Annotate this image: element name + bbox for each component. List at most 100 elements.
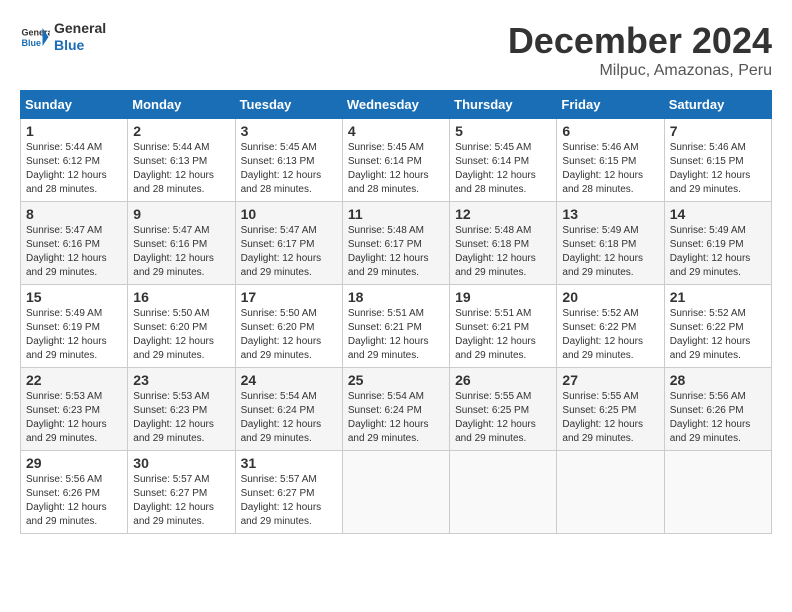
- calendar-cell: 30 Sunrise: 5:57 AM Sunset: 6:27 PM Dayli…: [128, 451, 235, 534]
- day-number: 18: [348, 289, 444, 305]
- day-info: Sunrise: 5:47 AM Sunset: 6:17 PM Dayligh…: [241, 224, 337, 280]
- day-info: Sunrise: 5:45 AM Sunset: 6:13 PM Dayligh…: [241, 141, 337, 197]
- day-number: 20: [562, 289, 658, 305]
- day-info: Sunrise: 5:46 AM Sunset: 6:15 PM Dayligh…: [562, 141, 658, 197]
- day-info: Sunrise: 5:50 AM Sunset: 6:20 PM Dayligh…: [133, 307, 229, 363]
- svg-text:Blue: Blue: [22, 38, 42, 48]
- day-info: Sunrise: 5:44 AM Sunset: 6:12 PM Dayligh…: [26, 141, 122, 197]
- calendar-week-row: 1 Sunrise: 5:44 AM Sunset: 6:12 PM Daylig…: [21, 119, 772, 202]
- calendar-cell: [557, 451, 664, 534]
- day-number: 9: [133, 206, 229, 222]
- day-info: Sunrise: 5:47 AM Sunset: 6:16 PM Dayligh…: [26, 224, 122, 280]
- day-number: 2: [133, 123, 229, 139]
- calendar-cell: 26 Sunrise: 5:55 AM Sunset: 6:25 PM Dayli…: [450, 368, 557, 451]
- day-info: Sunrise: 5:55 AM Sunset: 6:25 PM Dayligh…: [455, 390, 551, 446]
- day-number: 1: [26, 123, 122, 139]
- calendar-cell: 5Sunrise: 5:45 AM Sunset: 6:14 PM Daylig…: [450, 119, 557, 202]
- day-number: 10: [241, 206, 337, 222]
- calendar-cell: 20 Sunrise: 5:52 AM Sunset: 6:22 PM Dayli…: [557, 285, 664, 368]
- day-info: Sunrise: 5:46 AM Sunset: 6:15 PM Dayligh…: [670, 141, 766, 197]
- weekday-header-tuesday: Tuesday: [235, 91, 342, 119]
- day-number: 31: [241, 455, 337, 471]
- logo-blue: Blue: [54, 37, 106, 54]
- calendar-week-row: 15 Sunrise: 5:49 AM Sunset: 6:19 PM Dayli…: [21, 285, 772, 368]
- title-area: December 2024 Milpuc, Amazonas, Peru: [508, 20, 772, 80]
- day-number: 26: [455, 372, 551, 388]
- day-number: 30: [133, 455, 229, 471]
- calendar-cell: 27 Sunrise: 5:55 AM Sunset: 6:25 PM Dayli…: [557, 368, 664, 451]
- day-number: 17: [241, 289, 337, 305]
- day-info: Sunrise: 5:54 AM Sunset: 6:24 PM Dayligh…: [348, 390, 444, 446]
- weekday-header-saturday: Saturday: [664, 91, 771, 119]
- day-info: Sunrise: 5:49 AM Sunset: 6:19 PM Dayligh…: [26, 307, 122, 363]
- calendar-cell: 18 Sunrise: 5:51 AM Sunset: 6:21 PM Dayli…: [342, 285, 449, 368]
- calendar-header-row: SundayMondayTuesdayWednesdayThursdayFrid…: [21, 91, 772, 119]
- day-info: Sunrise: 5:47 AM Sunset: 6:16 PM Dayligh…: [133, 224, 229, 280]
- calendar-cell: 10 Sunrise: 5:47 AM Sunset: 6:17 PM Dayli…: [235, 202, 342, 285]
- day-info: Sunrise: 5:48 AM Sunset: 6:17 PM Dayligh…: [348, 224, 444, 280]
- calendar-week-row: 22 Sunrise: 5:53 AM Sunset: 6:23 PM Dayli…: [21, 368, 772, 451]
- calendar-cell: 11 Sunrise: 5:48 AM Sunset: 6:17 PM Dayli…: [342, 202, 449, 285]
- calendar-cell: 13Sunrise: 5:49 AM Sunset: 6:18 PM Dayli…: [557, 202, 664, 285]
- calendar-cell: 4Sunrise: 5:45 AM Sunset: 6:14 PM Daylig…: [342, 119, 449, 202]
- weekday-header-friday: Friday: [557, 91, 664, 119]
- day-number: 15: [26, 289, 122, 305]
- day-number: 3: [241, 123, 337, 139]
- calendar-cell: 19Sunrise: 5:51 AM Sunset: 6:21 PM Dayli…: [450, 285, 557, 368]
- day-number: 13: [562, 206, 658, 222]
- day-number: 23: [133, 372, 229, 388]
- calendar-week-row: 8Sunrise: 5:47 AM Sunset: 6:16 PM Daylig…: [21, 202, 772, 285]
- calendar-cell: 15 Sunrise: 5:49 AM Sunset: 6:19 PM Dayli…: [21, 285, 128, 368]
- calendar-cell: 28 Sunrise: 5:56 AM Sunset: 6:26 PM Dayli…: [664, 368, 771, 451]
- day-info: Sunrise: 5:52 AM Sunset: 6:22 PM Dayligh…: [670, 307, 766, 363]
- calendar-cell: 6 Sunrise: 5:46 AM Sunset: 6:15 PM Daylig…: [557, 119, 664, 202]
- calendar-cell: 29 Sunrise: 5:56 AM Sunset: 6:26 PM Dayli…: [21, 451, 128, 534]
- day-info: Sunrise: 5:57 AM Sunset: 6:27 PM Dayligh…: [241, 473, 337, 529]
- day-info: Sunrise: 5:55 AM Sunset: 6:25 PM Dayligh…: [562, 390, 658, 446]
- calendar-cell: 16 Sunrise: 5:50 AM Sunset: 6:20 PM Dayli…: [128, 285, 235, 368]
- calendar-cell: 22 Sunrise: 5:53 AM Sunset: 6:23 PM Dayli…: [21, 368, 128, 451]
- day-number: 29: [26, 455, 122, 471]
- calendar-cell: 24Sunrise: 5:54 AM Sunset: 6:24 PM Dayli…: [235, 368, 342, 451]
- logo-icon: General Blue: [20, 22, 50, 52]
- calendar: SundayMondayTuesdayWednesdayThursdayFrid…: [20, 90, 772, 534]
- calendar-week-row: 29 Sunrise: 5:56 AM Sunset: 6:26 PM Dayli…: [21, 451, 772, 534]
- day-info: Sunrise: 5:51 AM Sunset: 6:21 PM Dayligh…: [348, 307, 444, 363]
- calendar-cell: 9 Sunrise: 5:47 AM Sunset: 6:16 PM Daylig…: [128, 202, 235, 285]
- weekday-header-monday: Monday: [128, 91, 235, 119]
- day-number: 12: [455, 206, 551, 222]
- day-info: Sunrise: 5:57 AM Sunset: 6:27 PM Dayligh…: [133, 473, 229, 529]
- day-number: 14: [670, 206, 766, 222]
- day-info: Sunrise: 5:44 AM Sunset: 6:13 PM Dayligh…: [133, 141, 229, 197]
- day-info: Sunrise: 5:45 AM Sunset: 6:14 PM Dayligh…: [348, 141, 444, 197]
- day-info: Sunrise: 5:56 AM Sunset: 6:26 PM Dayligh…: [26, 473, 122, 529]
- day-info: Sunrise: 5:49 AM Sunset: 6:19 PM Dayligh…: [670, 224, 766, 280]
- calendar-cell: [450, 451, 557, 534]
- day-info: Sunrise: 5:56 AM Sunset: 6:26 PM Dayligh…: [670, 390, 766, 446]
- calendar-cell: [342, 451, 449, 534]
- day-number: 5: [455, 123, 551, 139]
- day-info: Sunrise: 5:53 AM Sunset: 6:23 PM Dayligh…: [26, 390, 122, 446]
- day-info: Sunrise: 5:52 AM Sunset: 6:22 PM Dayligh…: [562, 307, 658, 363]
- day-number: 6: [562, 123, 658, 139]
- day-number: 11: [348, 206, 444, 222]
- calendar-cell: 12Sunrise: 5:48 AM Sunset: 6:18 PM Dayli…: [450, 202, 557, 285]
- day-number: 21: [670, 289, 766, 305]
- calendar-cell: 3 Sunrise: 5:45 AM Sunset: 6:13 PM Daylig…: [235, 119, 342, 202]
- day-number: 24: [241, 372, 337, 388]
- day-number: 28: [670, 372, 766, 388]
- calendar-cell: 1 Sunrise: 5:44 AM Sunset: 6:12 PM Daylig…: [21, 119, 128, 202]
- day-info: Sunrise: 5:51 AM Sunset: 6:21 PM Dayligh…: [455, 307, 551, 363]
- day-number: 22: [26, 372, 122, 388]
- calendar-cell: 14 Sunrise: 5:49 AM Sunset: 6:19 PM Dayli…: [664, 202, 771, 285]
- day-number: 27: [562, 372, 658, 388]
- header: General Blue General Blue December 2024 …: [20, 20, 772, 80]
- day-number: 25: [348, 372, 444, 388]
- day-number: 16: [133, 289, 229, 305]
- weekday-header-sunday: Sunday: [21, 91, 128, 119]
- logo-general: General: [54, 20, 106, 37]
- weekday-header-thursday: Thursday: [450, 91, 557, 119]
- location-title: Milpuc, Amazonas, Peru: [508, 62, 772, 80]
- calendar-cell: 2 Sunrise: 5:44 AM Sunset: 6:13 PM Daylig…: [128, 119, 235, 202]
- day-info: Sunrise: 5:50 AM Sunset: 6:20 PM Dayligh…: [241, 307, 337, 363]
